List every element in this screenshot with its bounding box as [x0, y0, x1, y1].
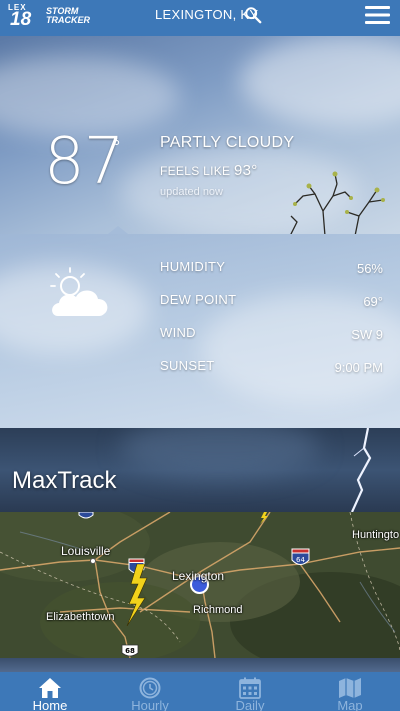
- stat-value-wind: SW 9: [351, 327, 383, 342]
- current-temperature: 87: [44, 125, 124, 199]
- stat-label-humidity: HUMIDITY: [160, 259, 226, 274]
- nav-home[interactable]: Home: [0, 672, 100, 711]
- logo-number: 18: [10, 9, 32, 30]
- app-header: LEX 18 STORM TRACKER LEXINGTON, KY: [0, 0, 400, 36]
- hamburger-menu-icon[interactable]: [365, 5, 390, 25]
- stat-label-sunset: SUNSET: [160, 358, 215, 373]
- tree-branches-decoration: [290, 171, 385, 234]
- temperature-degree-symbol: °: [113, 137, 121, 157]
- calendar-icon: [239, 677, 261, 699]
- radar-map[interactable]: 64 68 Louisville Lexington Elizabethtown…: [0, 512, 400, 658]
- stat-value-sunset: 9:00 PM: [334, 360, 383, 375]
- map-label-lexington: Lexington: [172, 569, 225, 583]
- nav-home-label: Home: [32, 698, 68, 711]
- louisville-dot: [90, 558, 96, 564]
- us-68-shield-icon: 68: [121, 644, 139, 657]
- nav-map-label: Map: [337, 698, 363, 711]
- feels-like: FEELS LIKE 93°: [160, 162, 258, 179]
- lightning-strike-small-icon: [260, 512, 268, 524]
- interstate-64-east-shield-icon: 64: [291, 548, 310, 565]
- feels-like-value: 93°: [234, 162, 258, 179]
- condition-text: PARTLY CLOUDY: [160, 134, 295, 151]
- stat-value-dew-point: 69°: [363, 294, 383, 309]
- lightning-strike-icon: [126, 564, 148, 626]
- map-bottom-strip: [0, 658, 400, 672]
- nav-daily[interactable]: Daily: [200, 672, 300, 711]
- map-label-huntington: Huntingto: [352, 529, 400, 541]
- nav-map[interactable]: Map: [300, 672, 400, 711]
- map-label-richmond: Richmond: [193, 604, 243, 616]
- maxtrack-title: MaxTrack: [12, 467, 117, 494]
- map-label-elizabethtown: Elizabethtown: [46, 611, 115, 623]
- nav-hourly-label: Hourly: [131, 698, 169, 711]
- lex18-stormtracker-logo[interactable]: LEX 18 STORM TRACKER: [8, 3, 90, 31]
- location-title[interactable]: LEXINGTON, KY: [155, 7, 258, 22]
- svg-text:68: 68: [125, 647, 135, 655]
- stat-value-humidity: 56%: [356, 261, 383, 276]
- map-icon: [339, 678, 361, 698]
- maxtrack-banner[interactable]: MaxTrack: [0, 428, 400, 512]
- clock-icon: [139, 677, 161, 699]
- interstate-71-shield-icon: [78, 512, 94, 519]
- nav-hourly[interactable]: Hourly: [100, 672, 200, 711]
- bottom-navigation: Home Hourly Daily Map: [0, 672, 400, 711]
- nav-daily-label: Daily: [235, 698, 265, 711]
- svg-text:64: 64: [296, 556, 305, 564]
- lightning-bolt-decoration: [350, 428, 372, 512]
- updated-timestamp: updated now: [160, 186, 223, 198]
- panel-divider-notch: [108, 226, 128, 234]
- stat-label-wind: WIND: [160, 325, 196, 340]
- home-icon: [39, 678, 61, 698]
- logo-brand: STORM TRACKER: [46, 6, 90, 25]
- map-label-louisville: Louisville: [61, 544, 111, 558]
- stat-label-dew-point: DEW POINT: [160, 292, 237, 307]
- partly-cloudy-icon: [50, 267, 108, 316]
- search-icon[interactable]: [244, 6, 262, 24]
